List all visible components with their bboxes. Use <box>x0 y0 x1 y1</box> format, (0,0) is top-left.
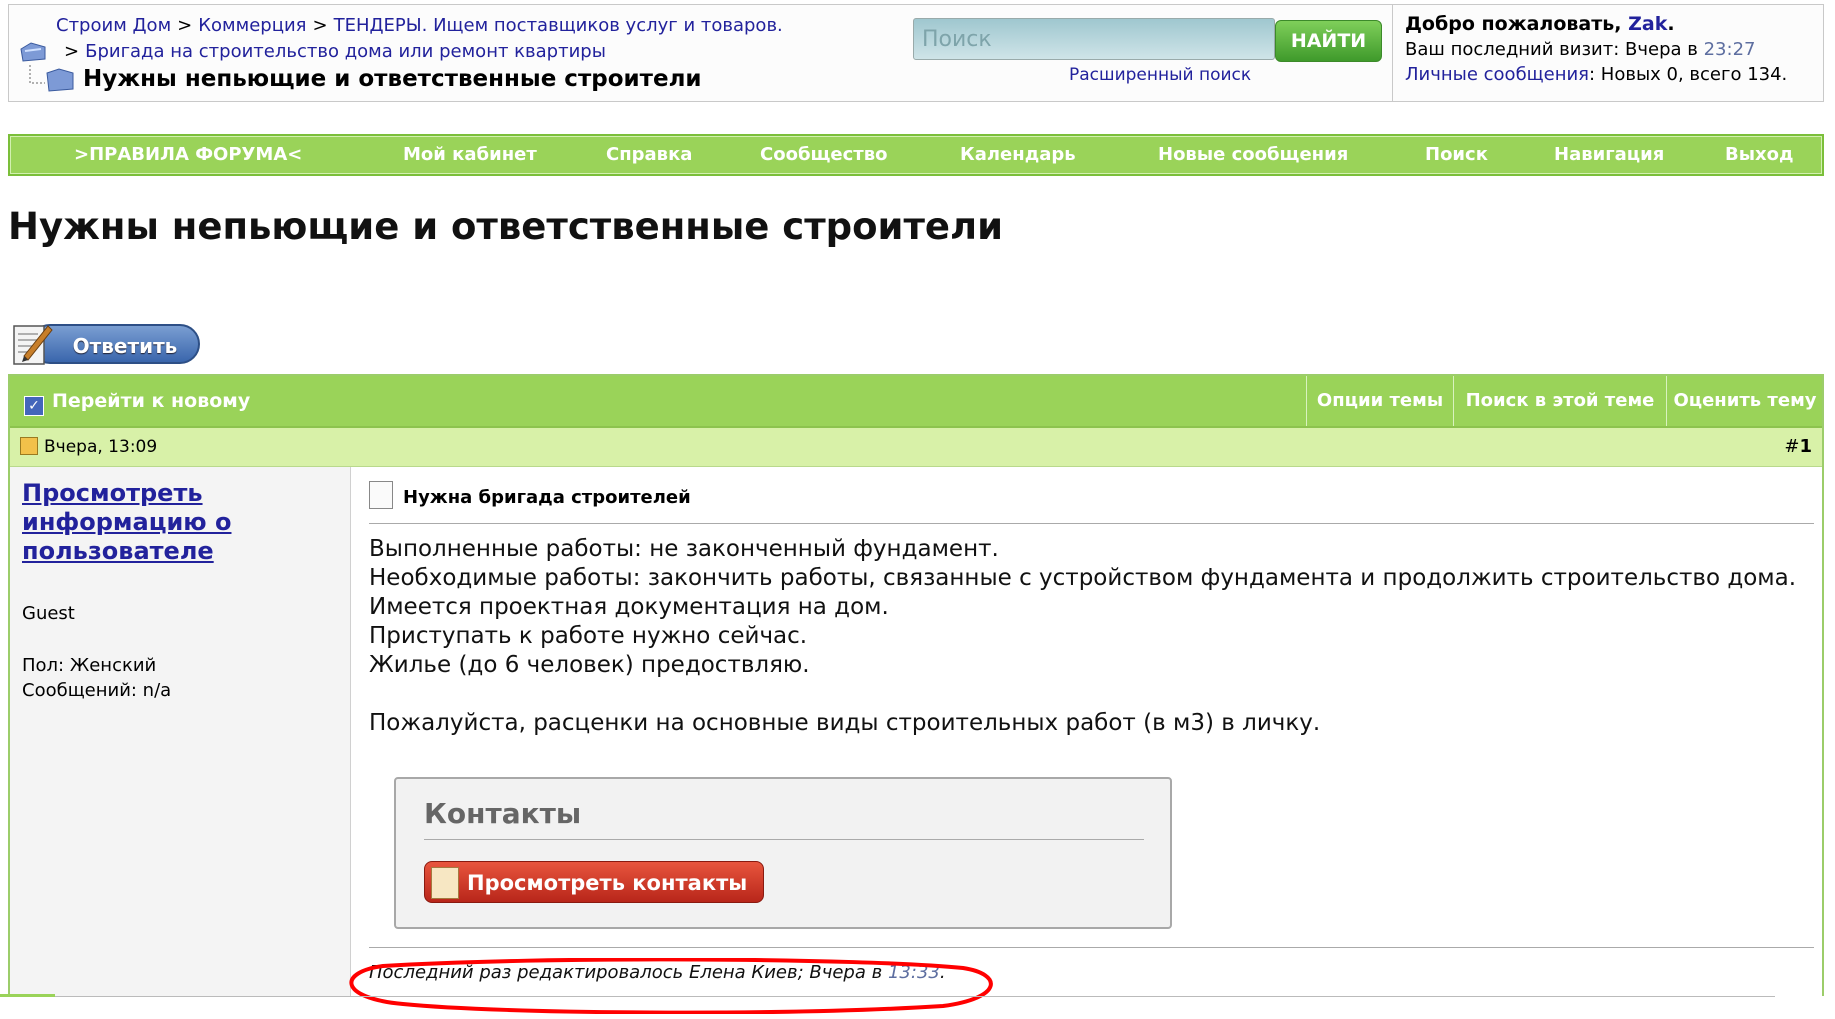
reply-pencil-icon <box>13 325 53 365</box>
private-messages: Личные сообщения: Новых 0, всего 134. <box>1405 64 1787 85</box>
post-line: Жилье (до 6 человек) предоствляю. <box>369 652 810 678</box>
nav-forum-rules[interactable]: >ПРАВИЛА ФОРУМА< <box>74 136 302 174</box>
post-message: Выполненные работы: не законченный фунда… <box>369 535 1796 738</box>
view-user-profile-link[interactable]: Просмотреть информацию о пользователе <box>22 479 322 566</box>
thread-toolbar: ✓ Перейти к новому Опции темы Поиск в это… <box>10 376 1822 428</box>
reply-button[interactable]: Ответить <box>10 320 202 368</box>
search-in-thread-button[interactable]: Поиск в этой теме <box>1453 376 1666 426</box>
post-title: Нужна бригада строителей <box>369 481 691 509</box>
page-title: Нужны непьющие и ответственные строители <box>8 205 1004 248</box>
breadcrumb-commerce[interactable]: Коммерция <box>198 15 306 36</box>
post-footer-divider <box>369 947 1814 948</box>
post-line: Имеется проектная документация на дом. <box>369 594 889 620</box>
private-messages-count: : Новых 0, всего 134. <box>1589 64 1788 85</box>
post-line: Пожалуйста, расценки на основные виды ст… <box>369 710 1321 736</box>
contact-card-icon <box>431 867 459 899</box>
thread-options-button[interactable]: Опции темы <box>1306 376 1453 426</box>
nav-community[interactable]: Сообщество <box>760 136 887 174</box>
post-permalink[interactable]: 1 <box>1799 436 1812 457</box>
user-gender: Пол: Женский <box>22 655 157 676</box>
thread-container: ✓ Перейти к новому Опции темы Поиск в это… <box>8 374 1824 996</box>
nav-logout[interactable]: Выход <box>1725 136 1794 174</box>
post-document-icon <box>369 481 393 509</box>
user-role: Guest <box>22 603 75 624</box>
post-line: Выполненные работы: не законченный фунда… <box>369 536 999 562</box>
breadcrumb-separator: > <box>177 15 193 36</box>
goto-new-label: Перейти к новому <box>52 390 251 412</box>
welcome-greeting: Добро пожаловать, <box>1405 13 1622 35</box>
page-bottom-line <box>0 996 1775 997</box>
private-messages-link[interactable]: Личные сообщения <box>1405 64 1589 85</box>
post-number: #1 <box>1784 428 1812 466</box>
breadcrumb-brigade[interactable]: Бригада на строительство дома или ремонт… <box>85 41 606 62</box>
rate-thread-button[interactable]: Оценить тему <box>1666 376 1823 426</box>
view-contacts-button[interactable]: Просмотреть контакты <box>424 861 764 903</box>
welcome-dot: . <box>1667 13 1675 35</box>
breadcrumb-separator: > <box>312 15 328 36</box>
post-line: Необходимые работы: закончить работы, св… <box>369 565 1797 591</box>
contacts-divider <box>424 839 1144 840</box>
nav-new-posts[interactable]: Новые сообщения <box>1158 136 1348 174</box>
goto-new-post-link[interactable]: ✓ Перейти к новому <box>24 376 250 426</box>
breadcrumb-separator: > <box>64 41 80 62</box>
red-annotation-ellipse <box>349 958 993 1014</box>
main-navbar: >ПРАВИЛА ФОРУМА< Мой кабинет Справка Соо… <box>8 134 1824 176</box>
nav-my-cabinet[interactable]: Мой кабинет <box>403 136 537 174</box>
last-visit: Ваш последний визит: Вчера в 23:27 <box>1405 39 1755 60</box>
breadcrumb-home[interactable]: Строим Дом <box>56 15 171 36</box>
page-bottom-green <box>0 994 55 997</box>
search-input[interactable] <box>913 18 1275 60</box>
post-line: Приступать к работе нужно сейчас. <box>369 623 808 649</box>
post-line <box>369 680 1796 709</box>
welcome-line: Добро пожаловать, Zak. <box>1405 13 1675 35</box>
username-link[interactable]: Zak <box>1628 13 1667 35</box>
welcome-panel: Добро пожаловать, Zak. Ваш последний виз… <box>1392 5 1823 101</box>
post-date-text: Вчера, 13:09 <box>44 437 158 457</box>
breadcrumb-current-thread: Нужны непьющие и ответственные строители <box>83 66 702 92</box>
post-body: Нужна бригада строителей Выполненные раб… <box>351 467 1822 996</box>
breadcrumb: Строим Дом > Коммерция > ТЕНДЕРЫ. Ищем поста… <box>56 15 783 36</box>
last-visit-time: 23:27 <box>1703 39 1756 60</box>
user-post-count: Сообщений: n/a <box>22 680 172 701</box>
forum-header: Строим Дом > Коммерция > ТЕНДЕРЫ. Ищем поста… <box>8 4 1824 102</box>
forum-home-icon[interactable] <box>19 39 49 63</box>
post-status-icon <box>20 437 38 455</box>
post-date: Вчера, 13:09 <box>20 428 157 466</box>
breadcrumb-level2: > Бригада на строительство дома или ремон… <box>64 41 606 62</box>
contacts-box: Контакты Просмотреть контакты <box>394 777 1172 929</box>
nav-navigation[interactable]: Навигация <box>1554 136 1664 174</box>
checkmark-icon: ✓ <box>24 396 44 416</box>
breadcrumb-tenders[interactable]: ТЕНДЕРЫ. Ищем поставщиков услуг и товаро… <box>334 15 783 36</box>
nav-search[interactable]: Поиск <box>1425 136 1488 174</box>
search-button[interactable]: НАЙТИ <box>1275 20 1382 62</box>
post-header-row: Вчера, 13:09 #1 <box>10 428 1822 467</box>
post-user-sidebar: Просмотреть информацию о пользователе Gu… <box>10 467 351 996</box>
post-title-text: Нужна бригада строителей <box>403 487 691 508</box>
last-visit-label: Ваш последний визит: Вчера в <box>1405 39 1698 60</box>
view-contacts-label: Просмотреть контакты <box>467 871 748 895</box>
advanced-search-link[interactable]: Расширенный поиск <box>1069 65 1251 85</box>
post-number-prefix: # <box>1784 436 1800 457</box>
nav-help[interactable]: Справка <box>606 136 692 174</box>
nav-calendar[interactable]: Календарь <box>960 136 1076 174</box>
post-divider <box>369 523 1814 524</box>
thread-tree-icon <box>29 65 74 92</box>
contacts-heading: Контакты <box>424 797 582 830</box>
